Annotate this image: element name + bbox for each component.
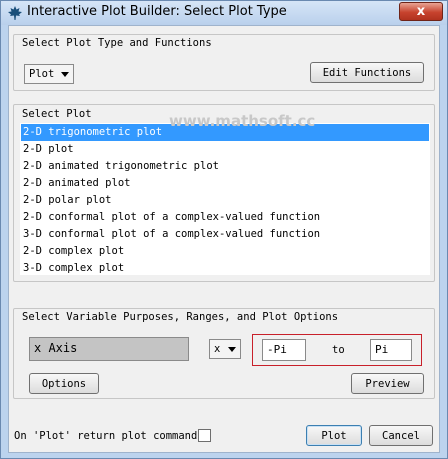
close-icon: x — [416, 4, 426, 19]
list-item[interactable]: 2-D animated plot — [21, 175, 429, 192]
list-item[interactable]: 3-D conformal plot of a complex-valued f… — [21, 226, 429, 243]
options-button[interactable]: Options — [29, 373, 99, 394]
preview-button[interactable]: Preview — [351, 373, 424, 394]
list-item[interactable]: 2-D conformal plot of a complex-valued f… — [21, 209, 429, 226]
range-from-input[interactable]: -Pi — [262, 339, 306, 361]
plot-button[interactable]: Plot — [306, 425, 362, 446]
chevron-down-icon — [61, 72, 69, 77]
plot-list[interactable]: 2-D trigonometric plot 2-D plot 2-D anim… — [20, 123, 430, 275]
plot-type-combo[interactable]: Plot — [24, 64, 74, 84]
list-item[interactable]: 2-D plot — [21, 141, 429, 158]
list-item[interactable]: 3-D complex plot — [21, 260, 429, 277]
list-item[interactable]: 2-D animated trigonometric plot — [21, 158, 429, 175]
watermark-text: www.mathsoft.cc — [169, 112, 316, 130]
range-to-label: to — [332, 344, 345, 356]
list-item[interactable]: 2-D complex plot — [21, 243, 429, 260]
cancel-button[interactable]: Cancel — [369, 425, 433, 446]
window-title: Interactive Plot Builder: Select Plot Ty… — [27, 4, 287, 19]
axis-label-field: x Axis — [29, 337, 189, 361]
dialog-window: Interactive Plot Builder: Select Plot Ty… — [0, 0, 448, 459]
return-command-label: On 'Plot' return plot command — [14, 430, 198, 442]
close-button[interactable]: x — [399, 2, 443, 21]
variables-group-title: Select Variable Purposes, Ranges, and Pl… — [22, 311, 339, 323]
dialog-body: Select Plot Type and Functions Plot Edit… — [8, 25, 440, 453]
edit-functions-button[interactable]: Edit Functions — [310, 62, 424, 83]
plot-type-group: Select Plot Type and Functions Plot Edit… — [13, 34, 435, 91]
select-plot-group: Select Plot 2-D trigonometric plot 2-D p… — [13, 104, 435, 282]
select-plot-group-title: Select Plot — [22, 108, 92, 120]
return-command-checkbox[interactable] — [198, 429, 211, 442]
maple-leaf-icon — [8, 6, 22, 20]
variables-group: Select Variable Purposes, Ranges, and Pl… — [13, 308, 435, 399]
variable-combo[interactable]: x — [209, 339, 241, 359]
plot-type-combo-value: Plot — [29, 68, 55, 80]
plot-type-group-title: Select Plot Type and Functions — [22, 37, 212, 49]
variable-combo-value: x — [214, 343, 221, 355]
range-to-input[interactable]: Pi — [370, 339, 412, 361]
list-item[interactable]: 2-D polar plot — [21, 192, 429, 209]
title-bar[interactable]: Interactive Plot Builder: Select Plot Ty… — [1, 1, 447, 25]
range-box: -Pi to Pi — [252, 334, 422, 366]
chevron-down-icon — [228, 347, 236, 352]
